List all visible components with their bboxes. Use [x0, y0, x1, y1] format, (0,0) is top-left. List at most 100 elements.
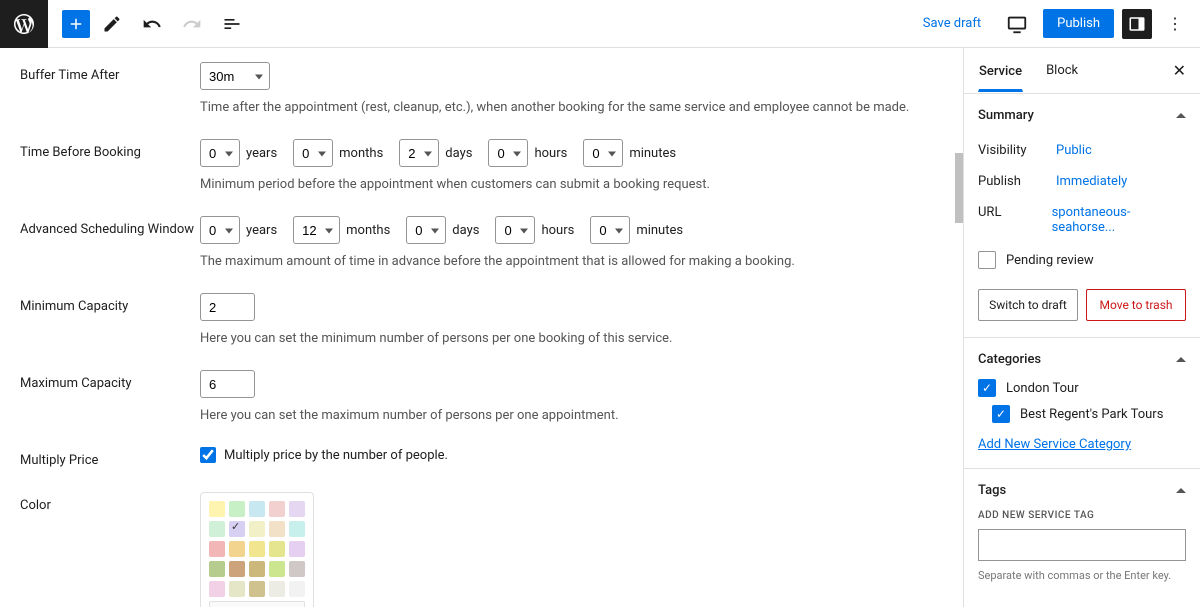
- color-swatch[interactable]: [229, 561, 245, 577]
- multiply-label: Multiply Price: [20, 447, 200, 468]
- color-swatch[interactable]: [229, 501, 245, 517]
- tag-input[interactable]: [978, 529, 1186, 561]
- options-menu-button[interactable]: ⋮: [1160, 6, 1190, 42]
- color-swatch[interactable]: [269, 521, 285, 537]
- tab-service[interactable]: Service: [978, 50, 1023, 92]
- time-before-minutes[interactable]: 0: [583, 139, 623, 167]
- max-cap-help: Here you can set the maximum number of p…: [200, 408, 943, 423]
- color-swatch[interactable]: [209, 501, 225, 517]
- color-swatch[interactable]: [209, 541, 225, 557]
- preview-button[interactable]: [999, 6, 1035, 42]
- category-london-checkbox[interactable]: ✓: [978, 379, 996, 397]
- move-to-trash-button[interactable]: Move to trash: [1086, 289, 1186, 321]
- buffer-after-label: Buffer Time After: [20, 62, 200, 115]
- sidebar-icon: [1128, 15, 1146, 33]
- panel-categories: Categories ✓ London Tour ✓ Best Regent's…: [964, 338, 1200, 469]
- min-cap-input[interactable]: [200, 293, 255, 321]
- color-swatch[interactable]: [229, 581, 245, 597]
- color-swatch[interactable]: [249, 521, 265, 537]
- save-draft-button[interactable]: Save draft: [913, 10, 991, 37]
- panel-tags-header[interactable]: Tags: [978, 483, 1186, 498]
- switch-to-draft-button[interactable]: Switch to draft: [978, 289, 1078, 321]
- color-swatch[interactable]: [289, 561, 305, 577]
- tab-block[interactable]: Block: [1045, 49, 1079, 92]
- pencil-icon: [102, 14, 122, 34]
- multiply-checkbox[interactable]: [200, 447, 216, 463]
- color-swatch[interactable]: [249, 561, 265, 577]
- redo-button: [174, 6, 210, 42]
- sidebar: Service Block ✕ Summary VisibilityPublic…: [963, 48, 1200, 607]
- publish-button[interactable]: Publish: [1043, 9, 1114, 38]
- time-before-help: Minimum period before the appointment wh…: [200, 177, 943, 192]
- publish-value[interactable]: Immediately: [1056, 174, 1127, 189]
- desktop-icon: [1006, 13, 1028, 35]
- adv-window-help: The maximum amount of time in advance be…: [200, 254, 943, 269]
- time-before-days[interactable]: 2: [399, 139, 439, 167]
- chevron-up-icon: [1176, 113, 1186, 118]
- adv-window-years[interactable]: 0: [200, 216, 240, 244]
- max-cap-input[interactable]: [200, 370, 255, 398]
- adv-window-label: Advanced Scheduling Window: [20, 216, 200, 269]
- color-swatch[interactable]: [289, 501, 305, 517]
- color-swatch[interactable]: [289, 521, 305, 537]
- color-swatch[interactable]: [249, 501, 265, 517]
- close-sidebar-button[interactable]: ✕: [1173, 61, 1186, 80]
- list-icon: [222, 14, 242, 34]
- color-swatch[interactable]: [209, 561, 225, 577]
- color-swatch[interactable]: [269, 501, 285, 517]
- wordpress-icon: [12, 12, 36, 36]
- multiply-text: Multiply price by the number of people.: [224, 448, 448, 463]
- visibility-value[interactable]: Public: [1056, 143, 1092, 158]
- color-swatch[interactable]: [289, 581, 305, 597]
- color-palette: More: [200, 492, 314, 607]
- buffer-after-help: Time after the appointment (rest, cleanu…: [200, 100, 943, 115]
- min-cap-help: Here you can set the minimum number of p…: [200, 331, 943, 346]
- scrollbar-thumb[interactable]: [955, 153, 963, 223]
- time-before-label: Time Before Booking: [20, 139, 200, 192]
- color-swatch[interactable]: [209, 521, 225, 537]
- color-swatch[interactable]: [229, 521, 245, 537]
- category-regents-checkbox[interactable]: ✓: [992, 405, 1010, 423]
- color-more-button[interactable]: More: [209, 601, 305, 607]
- wordpress-logo[interactable]: [0, 0, 48, 48]
- panel-summary-header[interactable]: Summary: [978, 108, 1186, 123]
- topbar: Save draft Publish ⋮: [0, 0, 1200, 48]
- redo-icon: [182, 14, 202, 34]
- chevron-up-icon: [1176, 488, 1186, 493]
- adv-window-hours[interactable]: 0: [495, 216, 535, 244]
- document-overview-button[interactable]: [214, 6, 250, 42]
- pending-review-checkbox[interactable]: [978, 251, 996, 269]
- color-swatch[interactable]: [249, 541, 265, 557]
- color-swatch[interactable]: [249, 581, 265, 597]
- panel-tags: Tags ADD NEW SERVICE TAG Separate with c…: [964, 469, 1200, 598]
- sidebar-tabs: Service Block ✕: [964, 48, 1200, 94]
- time-before-hours[interactable]: 0: [488, 139, 528, 167]
- color-swatch[interactable]: [269, 541, 285, 557]
- chevron-up-icon: [1176, 357, 1186, 362]
- adv-window-days[interactable]: 0: [406, 216, 446, 244]
- adv-window-months[interactable]: 12: [293, 216, 340, 244]
- time-before-years[interactable]: 0: [200, 139, 240, 167]
- min-cap-label: Minimum Capacity: [20, 293, 200, 346]
- add-block-button[interactable]: [62, 10, 90, 38]
- plus-icon: [67, 15, 85, 33]
- max-cap-label: Maximum Capacity: [20, 370, 200, 423]
- color-swatch[interactable]: [229, 541, 245, 557]
- color-swatch[interactable]: [289, 541, 305, 557]
- settings-sidebar-button[interactable]: [1122, 9, 1152, 39]
- url-value[interactable]: spontaneous-seahorse...: [1052, 205, 1186, 235]
- undo-icon: [142, 14, 162, 34]
- color-swatch[interactable]: [209, 581, 225, 597]
- main-content: Buffer Time After 30m Time after the app…: [0, 48, 963, 607]
- panel-categories-header[interactable]: Categories: [978, 352, 1186, 367]
- color-swatch[interactable]: [269, 581, 285, 597]
- buffer-after-select[interactable]: 30m: [200, 62, 270, 90]
- time-before-months[interactable]: 0: [293, 139, 333, 167]
- undo-button[interactable]: [134, 6, 170, 42]
- adv-window-minutes[interactable]: 0: [590, 216, 630, 244]
- edit-mode-button[interactable]: [94, 6, 130, 42]
- add-category-link[interactable]: Add New Service Category: [978, 437, 1131, 452]
- color-swatch[interactable]: [269, 561, 285, 577]
- color-label: Color: [20, 492, 200, 607]
- panel-summary: Summary VisibilityPublic PublishImmediat…: [964, 94, 1200, 338]
